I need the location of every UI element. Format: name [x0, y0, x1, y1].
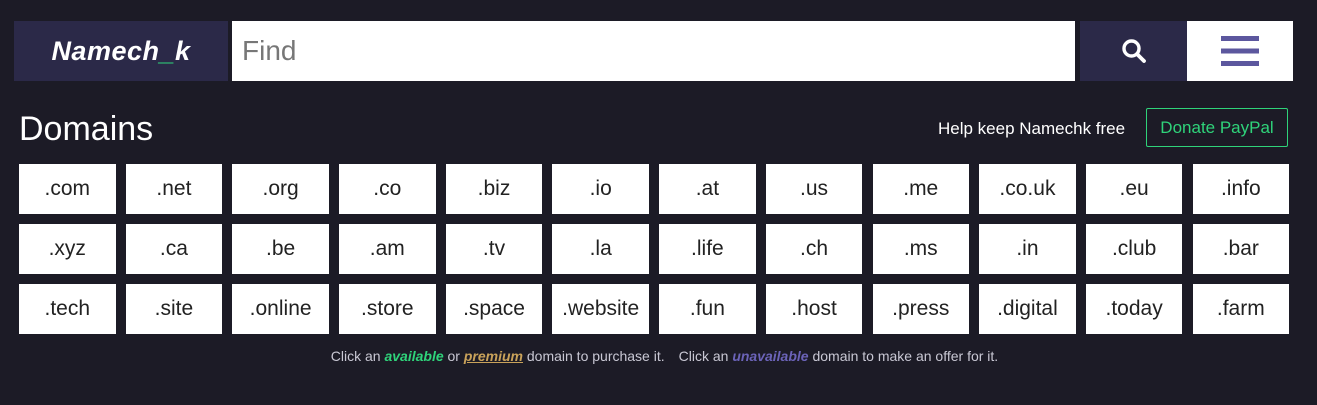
domain-tile[interactable]: .tv [445, 224, 543, 274]
note-text: Click an [330, 348, 385, 364]
domain-tile[interactable]: .ms [872, 224, 969, 274]
domain-tile[interactable]: .farm [1192, 284, 1290, 334]
domain-tile[interactable]: .fun [659, 284, 756, 334]
legend-unavailable: unavailable [732, 348, 809, 364]
domain-tile[interactable]: .store [339, 284, 436, 334]
help-text: Help keep Namechk free [938, 119, 1126, 138]
domain-tile[interactable]: .be [232, 224, 329, 274]
domain-grid: .com .net .org .co .biz .io .at .us .me .co.uk .eu… [19, 164, 1290, 334]
menu-button[interactable] [1187, 21, 1293, 81]
domain-tile[interactable]: .site [125, 284, 223, 334]
legend-premium: premium [463, 348, 523, 364]
domain-tile[interactable]: .us [765, 164, 863, 214]
legend-available: available [384, 348, 444, 364]
domain-tile[interactable]: .bar [1192, 224, 1290, 274]
domain-tile[interactable]: .com [19, 164, 116, 214]
header: Namech _ k [14, 21, 1293, 81]
domain-tile[interactable]: .net [125, 164, 223, 214]
footer-note: Click an available or premium domain to … [0, 348, 1317, 364]
domain-tile[interactable]: .online [232, 284, 329, 334]
note-text: domain to make an offer for it. [808, 348, 999, 364]
search-input[interactable] [232, 21, 1075, 81]
note-text: or [443, 348, 464, 364]
domain-tile[interactable]: .today [1085, 284, 1183, 334]
domain-tile[interactable]: .info [1192, 164, 1290, 214]
domain-tile[interactable]: .life [659, 224, 756, 274]
domain-tile[interactable]: .press [872, 284, 969, 334]
donate-paypal-button[interactable]: Donate PayPal [1146, 108, 1288, 147]
domain-tile[interactable]: .org [232, 164, 329, 214]
note-text: Click an [678, 348, 733, 364]
domain-tile[interactable]: .co [339, 164, 436, 214]
logo-accent: _ [159, 35, 176, 66]
search-icon [1121, 39, 1146, 63]
search-button[interactable] [1080, 21, 1187, 81]
domain-tile[interactable]: .host [765, 284, 863, 334]
domain-tile[interactable]: .in [979, 224, 1076, 274]
domain-tile[interactable]: .biz [445, 164, 543, 214]
domain-tile[interactable]: .ch [765, 224, 863, 274]
domain-tile[interactable]: .digital [979, 284, 1076, 334]
domain-tile[interactable]: .xyz [19, 224, 116, 274]
hamburger-menu-icon [1221, 36, 1259, 66]
domain-tile[interactable]: .la [552, 224, 649, 274]
domain-tile[interactable]: .me [872, 164, 969, 214]
logo-text-part1: Namech [51, 35, 160, 66]
domain-tile[interactable]: .at [659, 164, 756, 214]
domain-tile[interactable]: .tech [19, 284, 116, 334]
note-text: domain to purchase it. [522, 348, 665, 364]
logo[interactable]: Namech _ k [14, 21, 228, 81]
domain-tile[interactable]: .io [552, 164, 649, 214]
logo-text-part2: k [175, 35, 191, 66]
domain-tile[interactable]: .website [552, 284, 649, 334]
domain-tile[interactable]: .space [445, 284, 543, 334]
domain-tile[interactable]: .co.uk [979, 164, 1076, 214]
domain-tile[interactable]: .club [1085, 224, 1183, 274]
domain-tile[interactable]: .eu [1085, 164, 1183, 214]
domain-tile[interactable]: .ca [125, 224, 223, 274]
domain-tile[interactable]: .am [339, 224, 436, 274]
page-title: Domains [19, 110, 154, 148]
